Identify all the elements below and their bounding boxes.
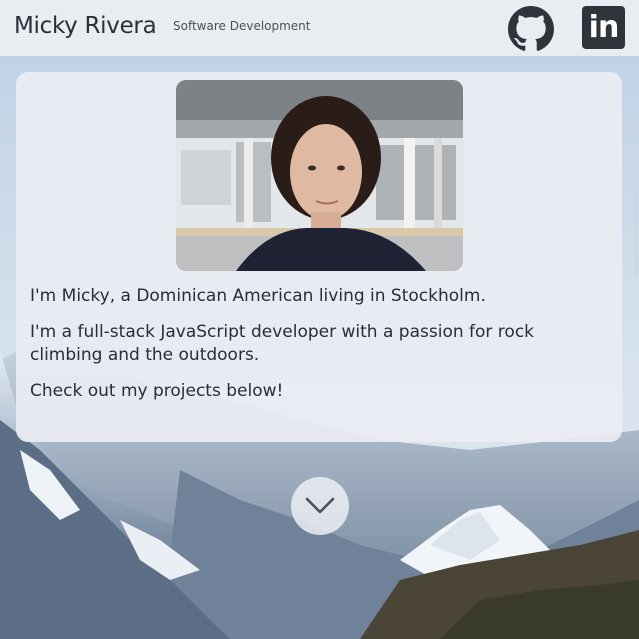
chevron-down-icon bbox=[305, 497, 335, 514]
profile-photo bbox=[176, 80, 463, 271]
scrollbar-thumb[interactable] bbox=[635, 116, 638, 276]
profile-card: I'm Micky, a Dominican American living i… bbox=[16, 72, 622, 442]
bio-paragraph: I'm Micky, a Dominican American living i… bbox=[30, 286, 486, 306]
github-link[interactable] bbox=[508, 6, 554, 52]
site-subtitle: Software Development bbox=[173, 19, 311, 33]
scrollbar[interactable] bbox=[633, 56, 639, 639]
site-owner-name[interactable]: Micky Rivera bbox=[14, 13, 157, 39]
bio-text: I'm Micky, a Dominican American living i… bbox=[30, 285, 610, 416]
scroll-down-button[interactable] bbox=[291, 477, 349, 535]
site-header: Micky Rivera Software Development in bbox=[0, 0, 639, 56]
github-icon bbox=[508, 6, 554, 51]
linkedin-icon: in bbox=[588, 10, 620, 45]
bio-paragraph: I'm a full-stack JavaScript developer wi… bbox=[30, 322, 535, 365]
bio-paragraph: Check out my projects below! bbox=[30, 381, 284, 401]
linkedin-link[interactable]: in bbox=[582, 6, 625, 49]
